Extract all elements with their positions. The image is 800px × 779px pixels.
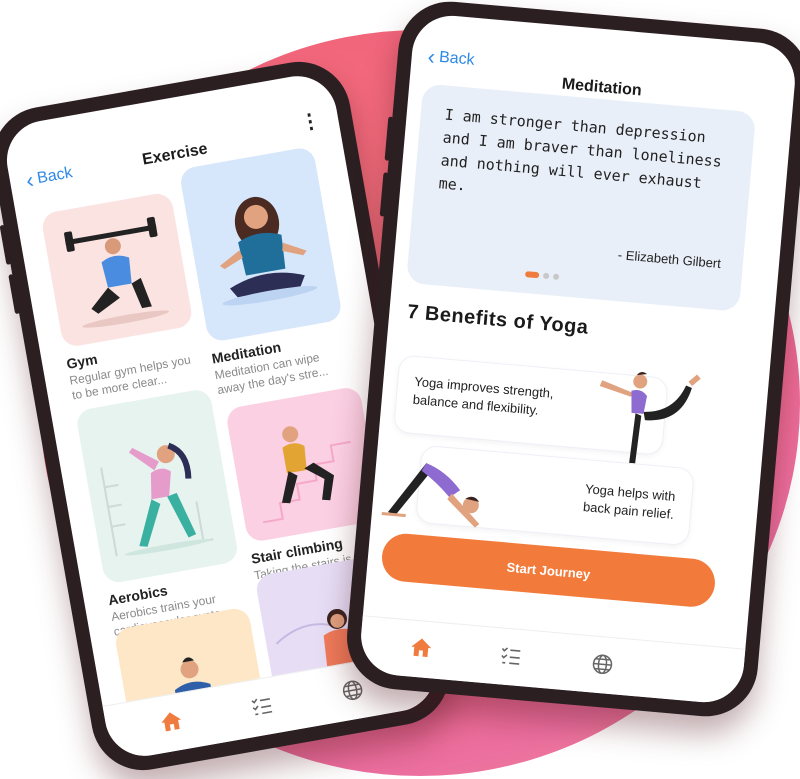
carousel-dot[interactable] <box>542 272 550 280</box>
section-title: 7 Benefits of Yoga <box>406 300 590 339</box>
quote-author: - Elizabeth Gilbert <box>617 247 722 272</box>
benefit-text: Yoga helps with back pain relief. <box>582 481 677 522</box>
globe-icon[interactable] <box>340 678 367 709</box>
benefit-text: Yoga improves strength, balance and flex… <box>412 373 555 418</box>
exercise-card-meditation[interactable]: Meditation Meditation can wipe away the … <box>178 146 353 398</box>
checklist-icon[interactable] <box>249 694 275 723</box>
carousel-indicator <box>524 271 560 281</box>
carousel-dot[interactable] <box>552 273 560 281</box>
globe-icon[interactable] <box>590 652 614 682</box>
yoga-pose-illustration <box>599 372 701 464</box>
phone-meditation: ‹ Back Meditation I am stronger than dep… <box>342 0 800 721</box>
quote-text: I am stronger than depression and I am b… <box>438 105 723 195</box>
gym-illustration <box>40 191 194 349</box>
meditation-illustration <box>178 146 344 343</box>
checklist-icon[interactable] <box>499 644 523 672</box>
volume-button <box>8 273 21 315</box>
quote-carousel[interactable]: I am stronger than depression and I am b… <box>405 83 757 312</box>
carousel-dot-active[interactable] <box>524 271 540 279</box>
more-options-icon[interactable]: ⋮ <box>299 109 323 134</box>
exercise-card-gym[interactable]: Gym Regular gym helps you to be more cle… <box>40 191 203 403</box>
yoga-pose-illustration <box>381 463 480 528</box>
aerobics-illustration <box>74 387 240 585</box>
meditation-screen: ‹ Back Meditation I am stronger than dep… <box>357 12 799 706</box>
home-icon[interactable] <box>159 710 185 739</box>
home-icon[interactable] <box>409 637 433 665</box>
volume-button <box>0 224 12 265</box>
exercise-card-aerobics[interactable]: Aerobics Aerobics trains your cardiovasc… <box>74 387 249 640</box>
